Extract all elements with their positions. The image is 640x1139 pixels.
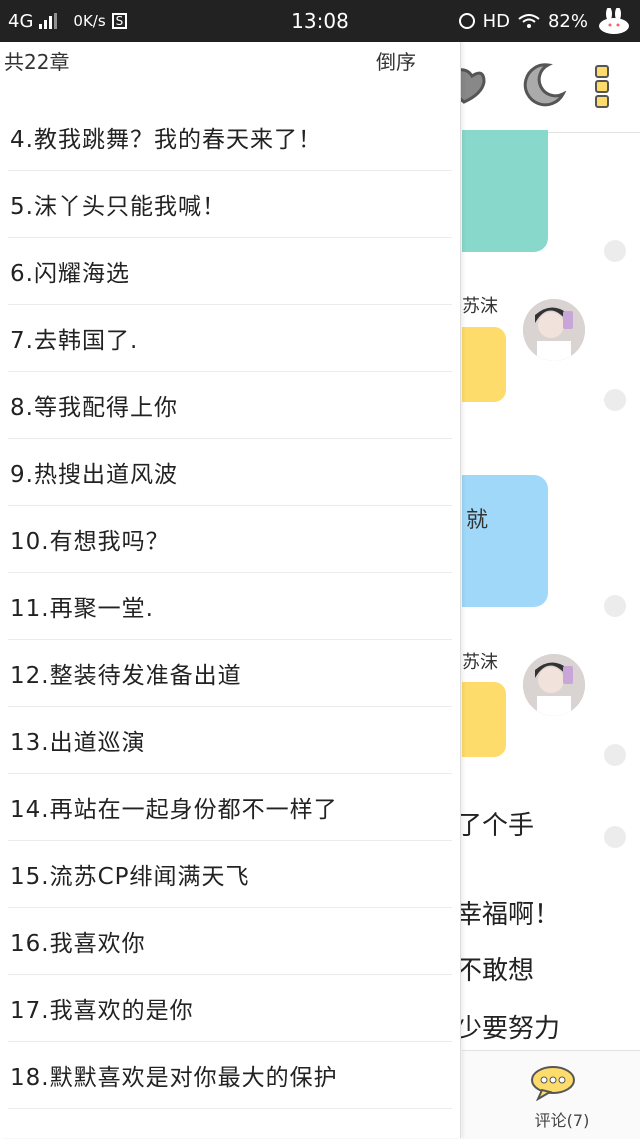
chapter-list: 4.教我跳舞？我的春天来了！ 5.沫丫头只能我喊！ 6.闪耀海选 7.去韩国了.… (8, 104, 452, 1109)
reader-toolbar (452, 42, 640, 133)
chapter-item[interactable]: 16.我喜欢你 (8, 908, 452, 975)
chat-bubble-blue (462, 475, 548, 607)
story-text-line: 幸福啊！ (456, 900, 561, 930)
comment-icon[interactable] (530, 1065, 576, 1101)
chat-bubble-yellow (462, 682, 506, 757)
chapter-item[interactable]: 13.出道巡演 (8, 707, 452, 774)
hd-indicator: HD (482, 10, 510, 32)
bubble-text: 就 (466, 508, 489, 533)
chapter-item[interactable]: 12.整装待发准备出道 (8, 640, 452, 707)
chapter-item[interactable]: 14.再站在一起身份都不一样了 (8, 774, 452, 841)
chapter-item[interactable]: 9.热搜出道风波 (8, 439, 452, 506)
chapter-item[interactable]: 4.教我跳舞？我的春天来了！ (8, 104, 452, 171)
story-text-line: 了个手 (456, 811, 535, 841)
chapter-item[interactable]: 17.我喜欢的是你 (8, 975, 452, 1042)
bottom-bar: 评论(7) (462, 1050, 640, 1139)
sender-name: 苏沫 (462, 296, 498, 317)
status-dot (604, 744, 626, 766)
chapter-item[interactable]: 18.默默喜欢是对你最大的保护 (8, 1042, 452, 1109)
more-menu-icon[interactable] (594, 64, 610, 110)
chapter-item[interactable]: 15.流苏CP绯闻满天飞 (8, 841, 452, 908)
wifi-icon (518, 14, 540, 28)
avatar[interactable] (523, 654, 585, 716)
status-dot (604, 826, 626, 848)
sort-toggle-button[interactable]: 倒序 (376, 46, 416, 75)
sender-name: 苏沫 (462, 652, 498, 673)
avatar[interactable] (523, 299, 585, 361)
status-dot (604, 240, 626, 262)
chapter-item[interactable]: 5.沫丫头只能我喊！ (8, 171, 452, 238)
drawer-header: 共22章 倒序 (0, 42, 460, 74)
story-text-line: 少要努力 (456, 1014, 561, 1044)
status-dot (604, 389, 626, 411)
moon-icon[interactable] (520, 62, 566, 108)
chat-bubble-green (462, 130, 548, 252)
status-dot (604, 595, 626, 617)
chapter-drawer: 共22章 倒序 4.教我跳舞？我的春天来了！ 5.沫丫头只能我喊！ 6.闪耀海选… (0, 42, 461, 1138)
chapter-item[interactable]: 11.再聚一堂. (8, 573, 452, 640)
chapter-item[interactable]: 10.有想我吗？ (8, 506, 452, 573)
chat-bubble-yellow (462, 327, 506, 402)
battery-level: 82% (547, 10, 588, 32)
comment-button[interactable]: 评论(7) (462, 1107, 640, 1131)
chapter-item[interactable]: 6.闪耀海选 (8, 238, 452, 305)
bunny-icon (599, 8, 629, 34)
chapter-item[interactable]: 8.等我配得上你 (8, 372, 452, 439)
reader-view: 苏沫 就 苏沫 了个手 幸福啊！ 不敢想 少要努力 评论(7) (452, 42, 640, 1139)
alarm-icon (458, 13, 475, 29)
story-text-line: 不敢想 (456, 956, 535, 986)
chapter-count: 共22章 (4, 50, 70, 74)
chapter-item[interactable]: 7.去韩国了. (8, 305, 452, 372)
status-bar: 4G 0K/s S 13:08 HD 82% (0, 0, 640, 42)
